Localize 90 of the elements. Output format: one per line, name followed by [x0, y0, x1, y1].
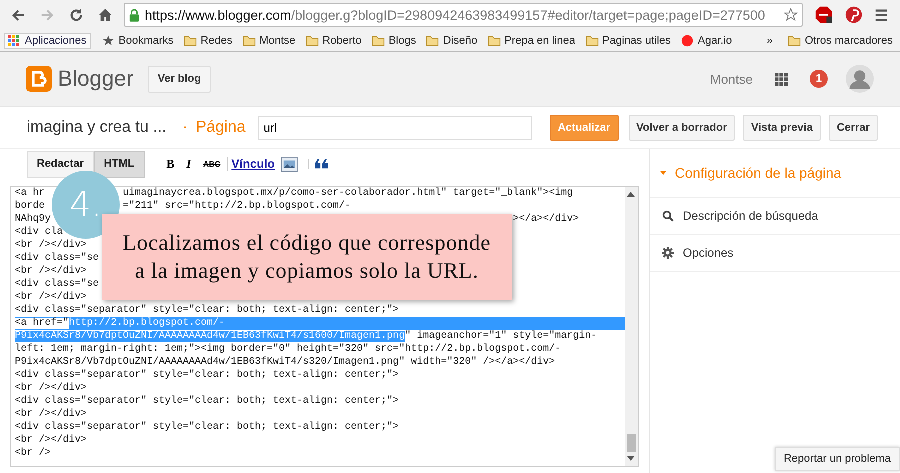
settings-item[interactable]: Opciones: [650, 235, 900, 272]
action-button[interactable]: Cerrar: [828, 114, 878, 140]
search-icon: [662, 210, 674, 222]
folder-icon: [788, 34, 801, 46]
bold-button[interactable]: B: [166, 156, 175, 172]
bookmark-item[interactable]: Blogs: [368, 34, 420, 48]
user-name[interactable]: Montse: [710, 72, 753, 86]
folder-icon: [372, 34, 385, 46]
code-text: <a href=": [15, 318, 70, 329]
star-icon[interactable]: [784, 8, 798, 22]
code-text: <br /></div>: [15, 240, 88, 251]
view-blog-button[interactable]: Ver blog: [148, 66, 212, 92]
code-text: <div class="se: [15, 279, 100, 290]
reload-icon[interactable]: [69, 8, 84, 22]
code-text: " imageanchor="1" style="margin-: [405, 331, 598, 342]
address-bar[interactable]: https://www.blogger.com/blogger.g?blogID=2980942463983499157#editor/target=page;pageID=277500: [124, 3, 803, 27]
page-label: Página: [196, 118, 246, 136]
code-text: <div class="separator" style="clear: both; text-align: center;">: [15, 396, 400, 407]
menu-icon[interactable]: [874, 8, 889, 22]
blogger-logo-icon: [26, 66, 52, 92]
bookmark-item[interactable]: Aplicaciones: [4, 32, 91, 48]
code-text: <div class="separator" style="clear: both; text-align: center;">: [15, 370, 400, 381]
strikethrough-button[interactable]: ABC: [203, 160, 221, 168]
code-text: P9ix4cAKSr8/Vb7dptOuZNI/AAAAAAAAd4w/1EB63fKwiT4/s1600/Imagen1.png: [15, 331, 406, 342]
italic-button[interactable]: I: [186, 156, 192, 172]
report-problem-button[interactable]: Reportar un problema: [774, 447, 900, 471]
code-text: uimaginaycrea.blogspot.mx/p/como-ser-colaborador.html" target="_blank"><img: [123, 188, 574, 199]
bookmark-item[interactable]: Prepa en linea: [484, 34, 579, 48]
code-text: ></a></div>: [513, 214, 580, 225]
code-text: <br /></div>: [15, 292, 88, 303]
code-text: <div class="separator" style="clear: both; text-align: center;">: [15, 305, 400, 316]
link-button[interactable]: Vínculo: [226, 157, 275, 171]
scroll-up-icon[interactable]: [627, 191, 636, 197]
more-bookmarks-button[interactable]: »: [758, 34, 781, 46]
bookmark-item[interactable]: Paginas utiles: [582, 34, 674, 48]
bookmark-item[interactable]: Diseño: [423, 34, 481, 48]
image-icon[interactable]: [281, 156, 298, 172]
settings-icon: [662, 247, 674, 259]
star-icon: [102, 34, 115, 46]
bookmark-item[interactable]: Bookmarks: [98, 34, 177, 48]
notification-badge[interactable]: 1: [810, 70, 828, 88]
mode-tab[interactable]: Redactar: [27, 150, 94, 178]
code-text: <br /></div>: [15, 383, 88, 394]
folder-icon: [426, 34, 440, 46]
folder-icon: [586, 34, 599, 46]
folder-icon: [306, 34, 319, 46]
code-text: <br /></div>: [15, 409, 88, 420]
folder-icon: [184, 34, 197, 46]
annotation-note: Localizamos el código que corresponde a la imagen y copiamos solo la URL.: [102, 214, 512, 300]
scroll-down-icon[interactable]: [627, 456, 636, 462]
folder-icon: [488, 34, 501, 46]
scroll-thumb[interactable]: [626, 434, 636, 452]
code-text: NAhq9y: [15, 214, 52, 225]
separator-dot: ·: [182, 118, 188, 136]
lock-icon: [129, 8, 140, 22]
code-text: http://2.bp.blogspot.com/-: [69, 318, 226, 329]
apps-grid-icon[interactable]: [775, 72, 788, 86]
action-button[interactable]: Vista previa: [743, 114, 821, 140]
pinterest-icon[interactable]: [845, 6, 863, 24]
code-text: P9ix4cAKSr8/Vb7dptOuZNI/AAAAAAAAd4w/1EB63fKwiT4/s320/Imagen1.png" width="320" /></a></div>: [15, 357, 556, 368]
home-icon[interactable]: [98, 8, 113, 22]
quote-icon[interactable]: [308, 159, 328, 169]
brand-name: Blogger: [58, 66, 134, 92]
back-icon[interactable]: [11, 8, 26, 22]
code-text: ="211" src="http://2.bp.blogspot.com/-: [123, 201, 352, 212]
folder-icon: [242, 34, 256, 46]
adblock-icon[interactable]: [815, 6, 833, 24]
code-text: left: 1em; margin-right: 1em;"><img border="0" height="320" src="http://2.bp.blogspot.com/-: [15, 344, 562, 355]
bookmark-item[interactable]: Agar.io: [678, 34, 736, 48]
bookmark-item[interactable]: Roberto: [302, 34, 365, 48]
scrollbar[interactable]: [624, 187, 638, 466]
code-text: <div class="se: [15, 253, 100, 264]
code-text: <a hr: [15, 188, 46, 199]
apps-grid-icon: [8, 34, 21, 46]
title-field[interactable]: url: [258, 116, 532, 140]
code-text: <br />: [15, 448, 52, 459]
blog-title: imagina y crea tu ...: [27, 118, 167, 136]
code-text: <div class="separator" style="clear: both; text-align: center;">: [15, 422, 400, 433]
other-bookmarks-item[interactable]: Otros marcadores: [784, 34, 896, 48]
code-text: <br /></div>: [15, 266, 88, 277]
url-text: https://www.blogger.com/blogger.g?blogID=2980942463983499157#editor/target=page;pageID=277500: [145, 8, 766, 22]
avatar-icon[interactable]: [846, 65, 874, 93]
bookmark-item[interactable]: Redes: [180, 34, 236, 48]
site-dot-icon: [681, 34, 694, 46]
action-button[interactable]: Volver a borrador: [628, 114, 736, 140]
bookmark-item[interactable]: Montse: [240, 34, 299, 48]
mode-tab[interactable]: HTML: [94, 150, 145, 178]
settings-item[interactable]: Descripción de búsqueda: [650, 198, 900, 235]
code-text: borde: [15, 201, 46, 212]
code-text: <br /></div>: [15, 435, 88, 446]
